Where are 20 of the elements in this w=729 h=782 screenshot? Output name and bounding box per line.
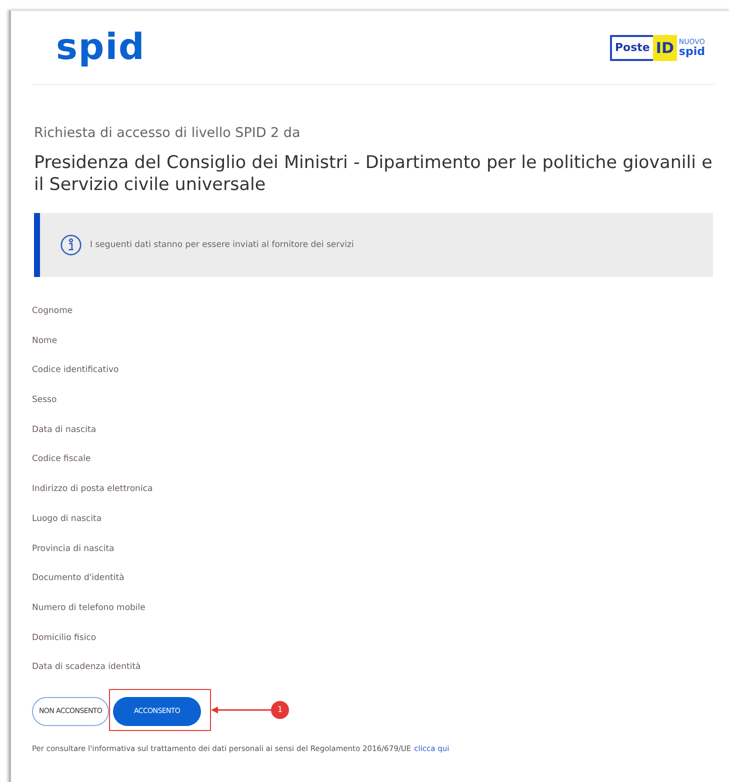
attribute-label: Documento d'identità xyxy=(32,572,126,586)
requester-name: Presidenza del Consiglio dei Ministri - Dipartimento per le politiche giovanili e il Servizio civile universale xyxy=(34,152,714,196)
attribute-label: Nome xyxy=(32,334,58,348)
attribute-label: Provincia di nascita xyxy=(32,542,116,556)
request-intro: Richiesta di accesso di livello SPID 2 da xyxy=(34,125,302,141)
attribute-label: Data di nascita xyxy=(32,424,98,437)
notice-text: I seguenti dati stanno per essere inviati al fornitore dei servizi xyxy=(90,240,354,250)
attribute-label: Numero di telefono mobile xyxy=(32,602,146,615)
attribute-label: Cognome xyxy=(32,305,74,318)
attribute-label: Codice identificativo xyxy=(32,364,120,378)
attribute-label: Domicilio fisico xyxy=(32,632,98,645)
step-number-badge: 1 xyxy=(271,700,290,719)
callout-arrow xyxy=(211,706,272,714)
spid-logo: spid xyxy=(56,30,146,66)
attribute-label: Codice fiscale xyxy=(32,453,92,466)
info-icon xyxy=(60,234,82,256)
attribute-label: Data di scadenza identità xyxy=(32,661,142,674)
attribute-label: Indirizzo di posta elettronica xyxy=(32,483,154,496)
attribute-label: Sesso xyxy=(32,394,58,408)
attribute-label: Luogo di nascita xyxy=(32,512,103,526)
